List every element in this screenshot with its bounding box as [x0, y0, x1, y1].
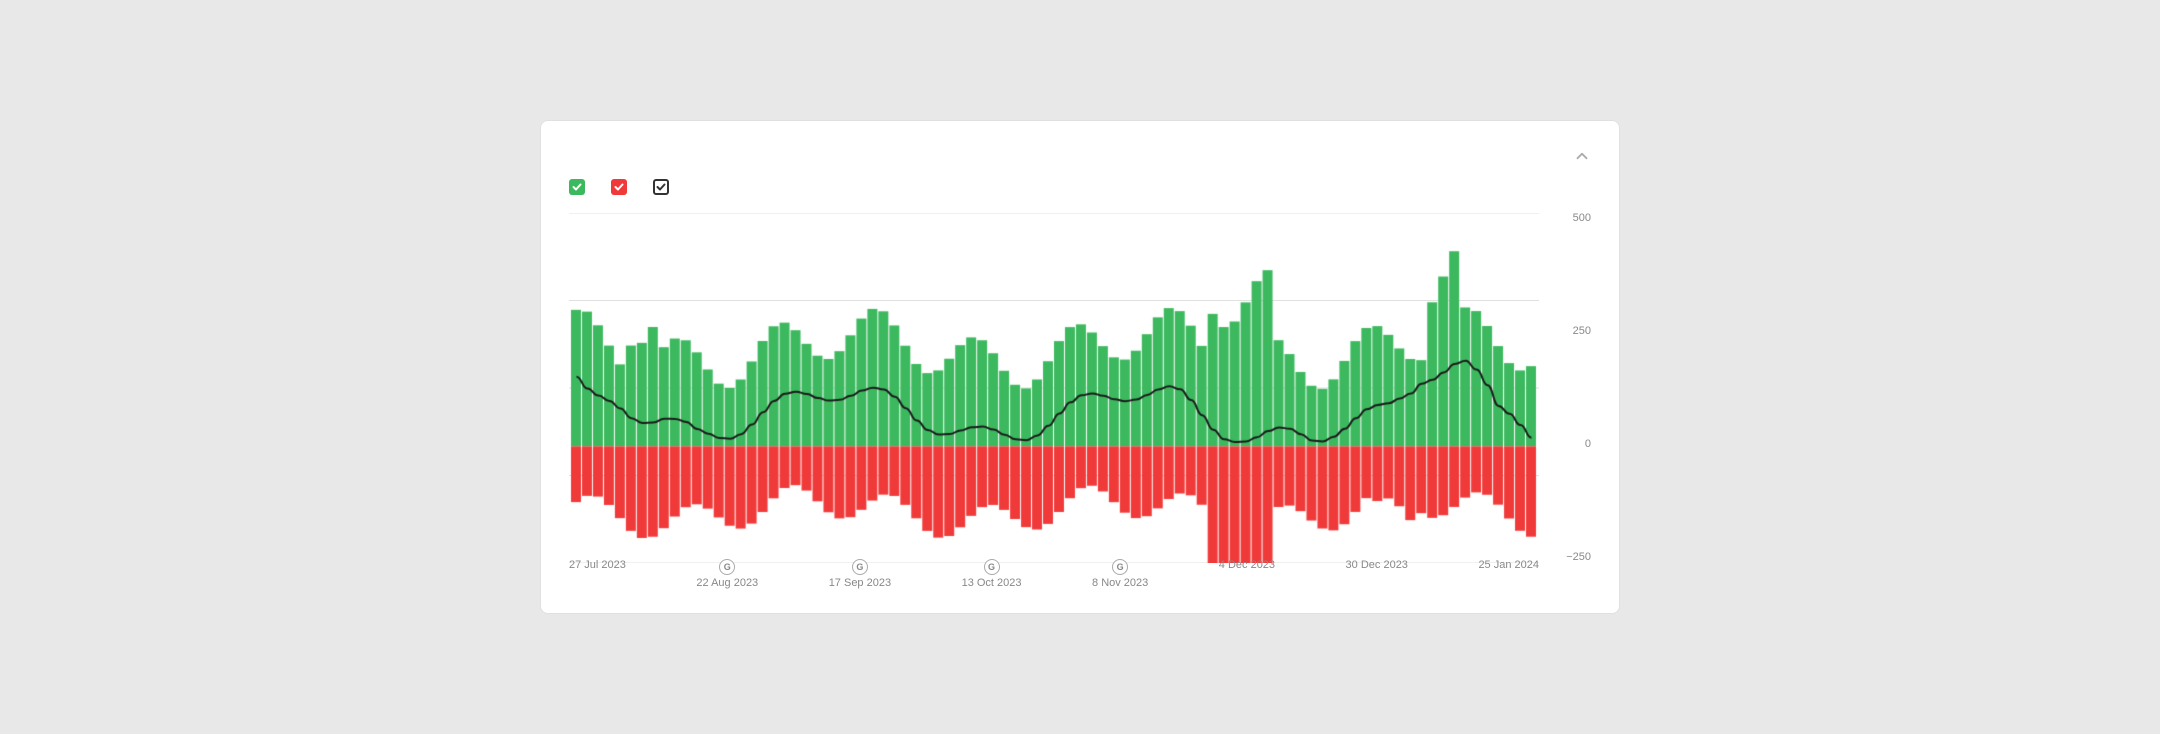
- google-event-nov1: G: [1112, 559, 1128, 575]
- legend-lost-checkbox: [611, 179, 627, 195]
- x-label-jul-text: 27 Jul 2023: [569, 559, 626, 571]
- x-label-oct-text: 13 Oct 2023: [962, 577, 1022, 589]
- x-label-jan: 25 Jan 2024: [1478, 559, 1539, 589]
- x-label-jan-text: 25 Jan 2024: [1478, 559, 1539, 571]
- x-label-aug-text: 22 Aug 2023: [696, 577, 758, 589]
- legend-new-checkbox: [569, 179, 585, 195]
- y-label-0: 0: [1585, 439, 1591, 450]
- chart-container: 500 250 0 −250: [569, 213, 1591, 593]
- x-labels: 27 Jul 2023 G 22 Aug 2023 G 17 Sep 2023 …: [569, 559, 1539, 593]
- collapse-icon[interactable]: [1573, 147, 1591, 165]
- x-label-oct: G 13 Oct 2023: [962, 559, 1022, 589]
- y-label-neg250: −250: [1566, 552, 1591, 563]
- chart-legend: [569, 179, 1591, 195]
- google-event-oct: G: [984, 559, 1000, 575]
- x-label-sep: G 17 Sep 2023: [829, 559, 891, 589]
- y-label-250: 250: [1573, 326, 1591, 337]
- x-axis: 27 Jul 2023 G 22 Aug 2023 G 17 Sep 2023 …: [569, 563, 1539, 593]
- google-event-sep: G: [852, 559, 868, 575]
- y-axis: 500 250 0 −250: [1543, 213, 1591, 563]
- chart-card: 500 250 0 −250: [540, 120, 1620, 614]
- legend-change-checkbox: [653, 179, 669, 195]
- x-label-sep-text: 17 Sep 2023: [829, 577, 891, 589]
- x-label-aug: G 22 Aug 2023: [696, 559, 758, 589]
- x-label-dec4: 4 Dec 2023: [1219, 559, 1275, 589]
- chart-area: [569, 213, 1539, 563]
- x-label-dec30: 30 Dec 2023: [1346, 559, 1408, 589]
- card-header: [569, 145, 1591, 165]
- x-label-jul: 27 Jul 2023: [569, 559, 626, 589]
- x-label-nov-text: 8 Nov 2023: [1092, 577, 1148, 589]
- y-label-500: 500: [1573, 213, 1591, 224]
- chart-canvas: [569, 213, 1539, 563]
- x-label-dec30-text: 30 Dec 2023: [1346, 559, 1408, 571]
- google-event-aug: G: [719, 559, 735, 575]
- legend-new[interactable]: [569, 179, 591, 195]
- x-label-nov: G 8 Nov 2023: [1092, 559, 1148, 589]
- x-label-dec4-text: 4 Dec 2023: [1219, 559, 1275, 571]
- legend-change[interactable]: [653, 179, 675, 195]
- legend-lost[interactable]: [611, 179, 633, 195]
